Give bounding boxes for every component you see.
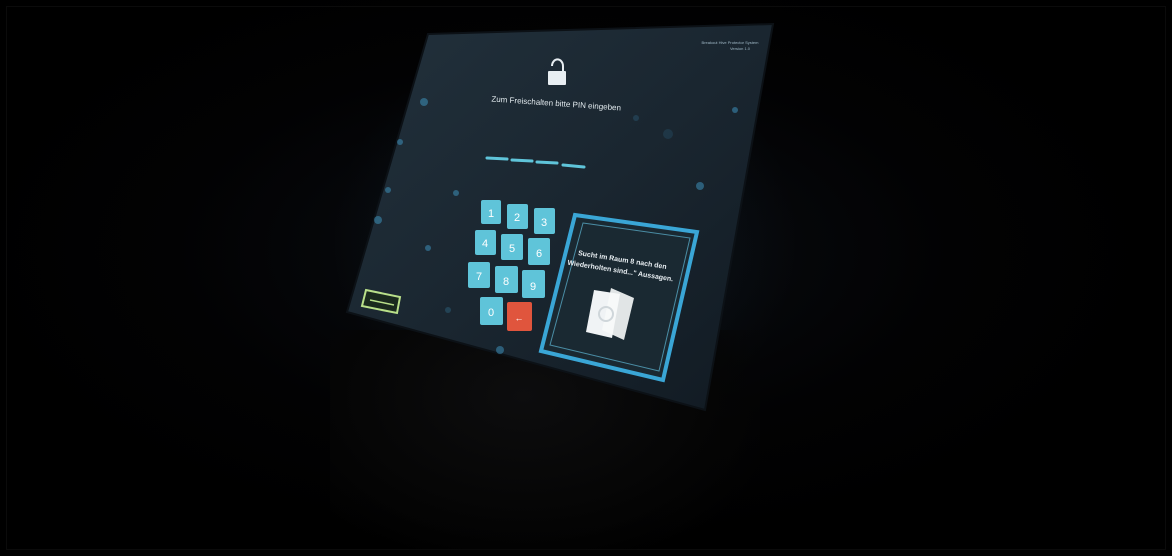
key-4-label: 4: [482, 238, 488, 250]
key-6-label: 6: [536, 248, 542, 260]
pin-slot: [510, 158, 534, 163]
key-1-label: 1: [488, 208, 494, 220]
key-5-label: 5: [509, 243, 515, 255]
header-sub: Version 1.0: [730, 46, 751, 51]
kiosk-screen-svg: Breakout Hive Protector System Version 1…: [345, 22, 775, 412]
key-2-label: 2: [514, 212, 520, 224]
dark-room-background: Breakout Hive Protector System Version 1…: [0, 0, 1172, 556]
key-0-label: 0: [488, 307, 494, 319]
key-8-label: 8: [503, 276, 509, 288]
header-text: Breakout Hive Protector System: [702, 40, 760, 45]
pin-slot: [485, 156, 509, 161]
key-9-label: 9: [530, 281, 536, 293]
pin-slot: [535, 160, 559, 165]
key-7-label: 7: [476, 271, 482, 283]
delete-label: ←: [515, 313, 524, 323]
pin-slot: [561, 163, 586, 169]
key-3-label: 3: [541, 217, 547, 229]
